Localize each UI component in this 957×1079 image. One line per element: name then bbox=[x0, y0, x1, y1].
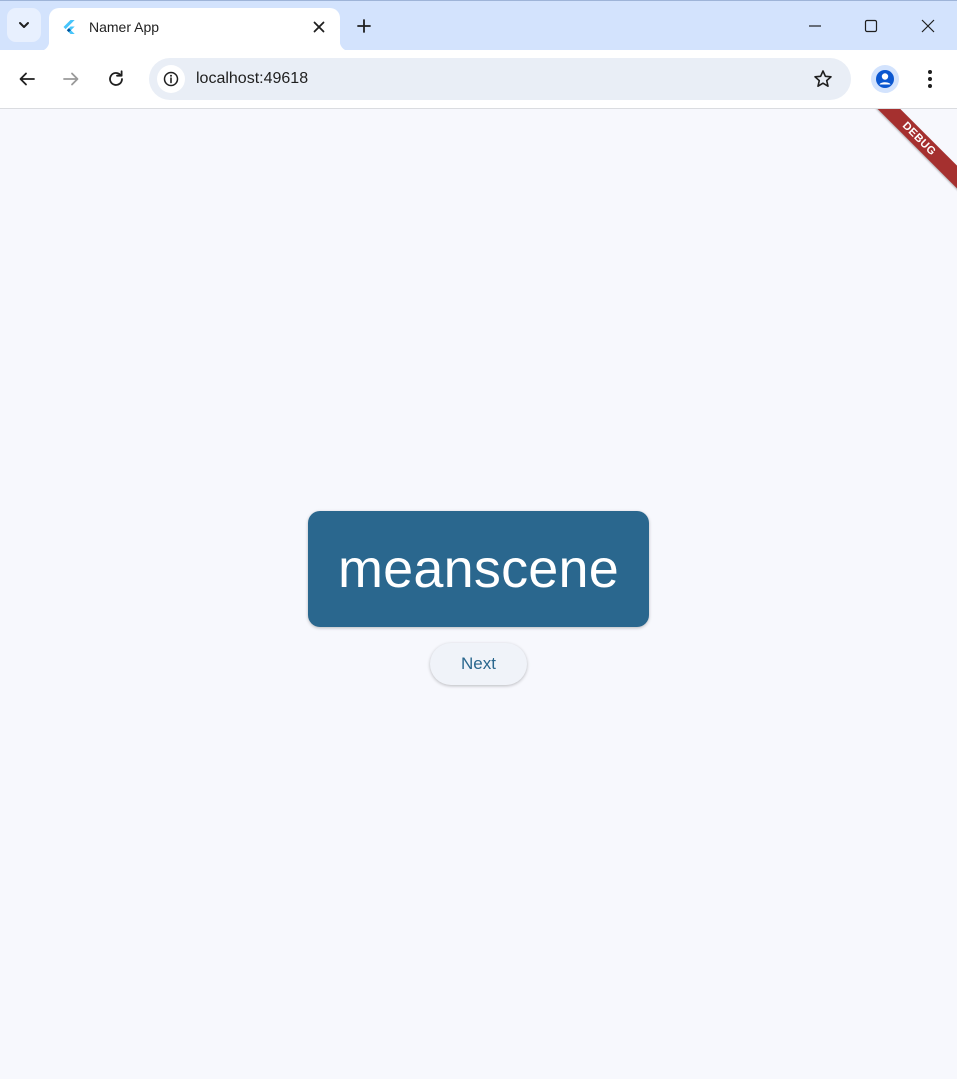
profile-avatar-button[interactable] bbox=[871, 65, 899, 93]
word-pair-text: meanscene bbox=[338, 539, 619, 599]
maximize-button[interactable] bbox=[856, 11, 886, 41]
browser-toolbar: localhost:49618 bbox=[0, 50, 957, 109]
bookmark-button[interactable] bbox=[809, 65, 837, 93]
person-icon bbox=[876, 70, 894, 88]
flutter-icon bbox=[63, 20, 75, 34]
arrow-left-icon bbox=[19, 72, 35, 86]
star-icon bbox=[814, 70, 832, 87]
kebab-menu-icon bbox=[928, 70, 932, 88]
address-bar[interactable]: localhost:49618 bbox=[149, 58, 851, 100]
menu-button[interactable] bbox=[915, 64, 945, 94]
new-tab-button[interactable] bbox=[350, 12, 378, 40]
minimize-button[interactable] bbox=[800, 11, 830, 41]
tab-namer-app[interactable]: Namer App bbox=[39, 8, 350, 51]
info-icon bbox=[163, 71, 179, 87]
close-window-button[interactable] bbox=[913, 11, 943, 41]
app-page: meanscene Next DEBUG bbox=[0, 109, 957, 1079]
browser-window: Namer App localhost:49618 meanscene Next… bbox=[0, 0, 957, 1079]
tab-title: Namer App bbox=[89, 19, 160, 35]
close-window-icon bbox=[921, 19, 935, 33]
debug-banner: DEBUG bbox=[863, 109, 957, 195]
url-text[interactable]: localhost:49618 bbox=[196, 69, 308, 89]
tab-close-button[interactable] bbox=[309, 17, 329, 37]
tab-strip: Namer App bbox=[0, 0, 957, 51]
site-info-button[interactable] bbox=[157, 65, 185, 93]
back-button[interactable] bbox=[12, 64, 42, 94]
plus-icon bbox=[357, 19, 371, 33]
forward-button[interactable] bbox=[56, 64, 86, 94]
reload-button[interactable] bbox=[101, 64, 131, 94]
maximize-icon bbox=[864, 19, 878, 33]
next-button[interactable]: Next bbox=[430, 643, 527, 685]
minimize-icon bbox=[809, 25, 821, 27]
chevron-down-icon bbox=[19, 22, 29, 28]
tab-search-button[interactable] bbox=[7, 8, 41, 42]
close-icon bbox=[313, 21, 325, 33]
arrow-right-icon bbox=[63, 72, 79, 86]
reload-icon bbox=[109, 70, 123, 86]
word-pair-card: meanscene bbox=[308, 511, 649, 627]
